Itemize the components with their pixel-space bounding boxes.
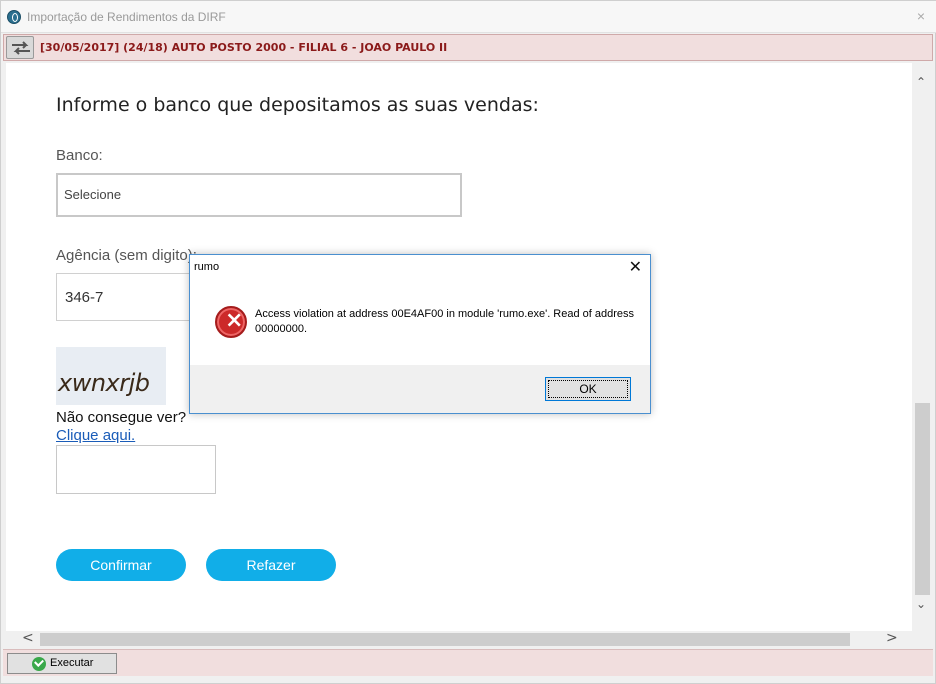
scroll-right-icon[interactable]: > [886, 630, 898, 646]
bank-label: Banco: [56, 147, 103, 164]
captcha-input[interactable] [56, 445, 216, 494]
dialog-title: rumo [194, 261, 220, 273]
captcha-image: xwnxrjb [56, 347, 166, 405]
app-logo-icon [7, 10, 21, 24]
dialog-close-button[interactable]: ✕ [629, 257, 642, 276]
confirm-button[interactable]: Confirmar [56, 549, 186, 581]
error-x-glyph: × [225, 308, 244, 333]
window-close-button[interactable]: × [917, 8, 925, 24]
execute-button[interactable]: Executar [7, 653, 117, 674]
company-info-bar: [30/05/2017] (24/18) AUTO POSTO 2000 - F… [3, 34, 933, 61]
dialog-footer: OK [190, 365, 650, 413]
ok-button[interactable]: OK [545, 377, 631, 401]
check-circle-icon [32, 657, 46, 671]
scroll-up-icon[interactable]: ⌃ [916, 75, 926, 89]
bank-select-value: Selecione [64, 187, 122, 202]
refresh-captcha-link[interactable]: Clique aqui. [56, 427, 135, 444]
agency-label: Agência (sem digito): [56, 247, 197, 264]
swap-arrows-icon [12, 41, 30, 55]
scroll-left-icon[interactable]: < [22, 630, 34, 646]
company-info-text: [30/05/2017] (24/18) AUTO POSTO 2000 - F… [40, 41, 448, 54]
window-title: Importação de Rendimentos da DIRF [27, 10, 226, 24]
error-dialog: rumo ✕ × Access violation at address 00E… [189, 254, 651, 414]
vertical-scrollbar[interactable]: ⌃ ⌄ [912, 63, 932, 631]
horizontal-scroll-thumb[interactable] [40, 633, 850, 646]
scroll-down-icon[interactable]: ⌄ [916, 597, 926, 611]
bottom-bar: Executar [3, 649, 933, 676]
title-bar: Importação de Rendimentos da DIRF × [1, 1, 936, 33]
cant-see-text: Não consegue ver? [56, 409, 187, 426]
horizontal-scrollbar[interactable]: < > [6, 630, 912, 648]
vertical-scroll-thumb[interactable] [915, 403, 930, 595]
form-heading: Informe o banco que depositamos as suas … [56, 94, 539, 116]
error-icon: × [215, 306, 247, 338]
execute-label: Executar [50, 657, 94, 669]
app-window: Importação de Rendimentos da DIRF × [30/… [0, 0, 936, 684]
swap-company-button[interactable] [6, 36, 34, 59]
redo-button[interactable]: Refazer [206, 549, 336, 581]
dialog-message: Access violation at address 00E4AF00 in … [255, 308, 635, 335]
agency-input-value: 346-7 [65, 289, 104, 306]
captcha-text: xwnxrjb [58, 369, 150, 397]
bank-select[interactable]: Selecione [56, 173, 462, 217]
